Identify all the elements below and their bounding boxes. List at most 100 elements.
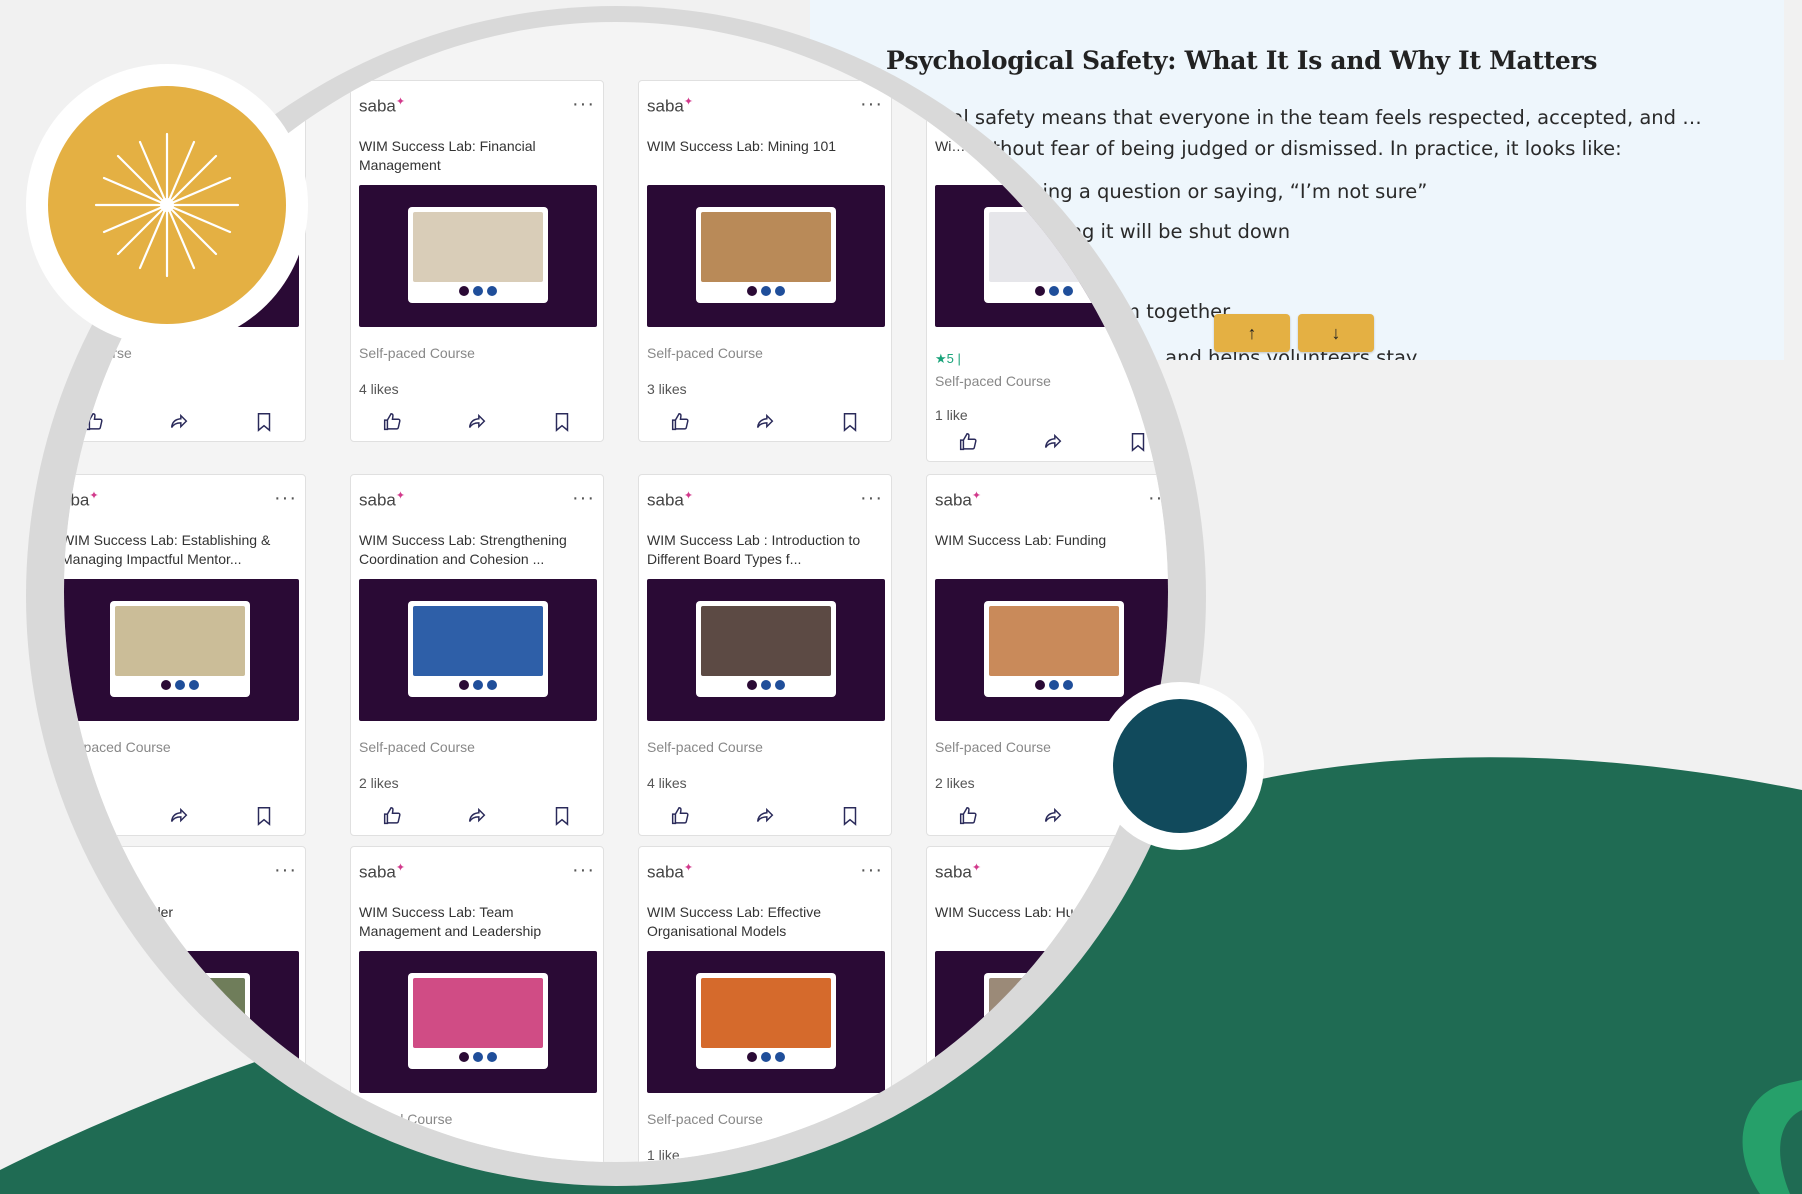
share-icon[interactable] [754, 411, 782, 439]
partner-logo-icon [161, 680, 171, 690]
partner-logos [989, 678, 1119, 692]
card-actions [351, 411, 605, 441]
more-options-icon[interactable]: ··· [860, 93, 883, 116]
bookmark-icon[interactable] [1127, 431, 1155, 459]
course-photo [696, 207, 836, 303]
more-options-icon[interactable]: ··· [274, 859, 297, 882]
saba-logo: saba✦ [359, 96, 406, 116]
partner-logo-icon [459, 1052, 469, 1062]
bookmark-icon[interactable] [839, 411, 867, 439]
course-title[interactable]: WIM Success Lab: Team Management and Lea… [359, 903, 599, 941]
course-thumbnail[interactable] [359, 185, 597, 327]
like-icon[interactable] [83, 805, 111, 833]
course-thumbnail[interactable] [64, 951, 299, 1093]
course-likes: 4 likes [647, 775, 687, 791]
more-options-icon[interactable]: ··· [572, 93, 595, 116]
share-icon[interactable] [466, 411, 494, 439]
share-icon[interactable] [754, 805, 782, 833]
course-card[interactable]: ✦ ··· …ab: Stakeholder [64, 846, 306, 1162]
course-type: Self-paced Course [647, 345, 763, 361]
course-title[interactable]: Wi… Violen… [935, 137, 1168, 156]
share-icon[interactable] [1042, 431, 1070, 459]
more-options-icon[interactable]: ··· [572, 487, 595, 510]
course-card[interactable]: saba✦ ··· WIM Success Lab: Mining 101 Se… [638, 80, 892, 442]
course-card[interactable]: aba✦ ··· WIM Success Lab: Establishing &… [64, 474, 306, 836]
course-image [989, 212, 1119, 282]
course-card[interactable]: saba✦ ··· WIM Success Lab : Introduction… [638, 474, 892, 836]
partner-logo-icon [473, 1052, 483, 1062]
card-actions [639, 805, 893, 835]
like-icon[interactable] [669, 411, 697, 439]
card-actions [927, 431, 1168, 461]
partner-logo-icon [775, 680, 785, 690]
partner-logo-icon [473, 286, 483, 296]
course-title[interactable]: WIM Success Lab: Funding [935, 531, 1168, 550]
course-likes: 1 like [935, 407, 968, 423]
course-title[interactable]: WIM Success Lab: Strengthening Coordinat… [359, 531, 599, 569]
share-icon[interactable] [168, 411, 196, 439]
partner-logo-icon [1035, 1052, 1045, 1062]
partner-logo-icon [761, 286, 771, 296]
course-card[interactable]: saba✦ ··· WIM Success Lab: Team Manageme… [350, 846, 604, 1162]
bookmark-icon[interactable] [839, 805, 867, 833]
partner-logo-icon [189, 680, 199, 690]
course-likes: …es [64, 775, 90, 791]
course-title[interactable]: WIM Success Lab: Mining 101 [647, 137, 887, 156]
course-thumbnail[interactable] [935, 185, 1168, 327]
course-image [701, 606, 831, 676]
more-options-icon[interactable]: ··· [1148, 487, 1168, 510]
course-type: Self-paced Course [359, 345, 475, 361]
share-icon[interactable] [1042, 805, 1070, 833]
course-card[interactable]: saba✦ ··· WIM Success Lab: Huma… [926, 846, 1168, 1162]
like-icon[interactable] [957, 805, 985, 833]
share-icon[interactable] [168, 805, 196, 833]
like-icon[interactable] [669, 805, 697, 833]
course-thumbnail[interactable] [359, 579, 597, 721]
more-options-icon[interactable]: ··· [860, 859, 883, 882]
course-title[interactable]: WIM Success Lab: Huma… [935, 903, 1168, 922]
course-thumbnail[interactable] [935, 951, 1168, 1093]
bookmark-icon[interactable] [253, 411, 281, 439]
more-options-icon[interactable]: ··· [1148, 93, 1168, 116]
course-rating: ★5 | [935, 351, 961, 366]
saba-logo: saba✦ [647, 490, 694, 510]
partner-logos [989, 1050, 1119, 1064]
saba-logo: saba✦ [935, 96, 982, 116]
scroll-up-button[interactable]: ↑ [1214, 314, 1290, 352]
partner-logo-icon [1049, 1052, 1059, 1062]
more-options-icon[interactable]: ··· [860, 487, 883, 510]
more-options-icon[interactable]: ··· [274, 487, 297, 510]
course-title[interactable]: WIM Success Lab: Effective Organisationa… [647, 903, 887, 941]
course-thumbnail[interactable] [647, 579, 885, 721]
bookmark-icon[interactable] [551, 411, 579, 439]
course-image [413, 606, 543, 676]
course-card[interactable]: saba✦ ··· Wi… Violen… ★5 | Self-paced Co… [926, 80, 1168, 462]
more-options-icon[interactable]: ··· [572, 859, 595, 882]
course-likes: 2 likes [359, 775, 399, 791]
scroll-down-button[interactable]: ↓ [1298, 314, 1374, 352]
course-photo [110, 601, 250, 697]
course-card[interactable]: saba✦ ··· WIM Success Lab: Effective Org… [638, 846, 892, 1162]
course-title[interactable]: WIM Success Lab: Establishing & Managing… [64, 531, 301, 569]
course-thumbnail[interactable] [647, 951, 885, 1093]
bookmark-icon[interactable] [253, 805, 281, 833]
like-icon[interactable] [83, 411, 111, 439]
course-thumbnail[interactable] [359, 951, 597, 1093]
partner-logos [701, 284, 831, 298]
course-photo [408, 601, 548, 697]
like-icon[interactable] [957, 431, 985, 459]
more-options-icon[interactable]: ··· [1148, 859, 1168, 882]
like-icon[interactable] [381, 805, 409, 833]
bookmark-icon[interactable] [551, 805, 579, 833]
course-title[interactable]: …ab: Stakeholder [64, 903, 301, 922]
share-icon[interactable] [466, 805, 494, 833]
partner-logos [115, 1050, 245, 1064]
course-thumbnail[interactable] [64, 579, 299, 721]
course-title[interactable]: WIM Success Lab : Introduction to Differ… [647, 531, 887, 569]
course-card[interactable]: saba✦ ··· WIM Success Lab: Strengthening… [350, 474, 604, 836]
card-actions [64, 411, 307, 441]
course-thumbnail[interactable] [647, 185, 885, 327]
course-card[interactable]: saba✦ ··· WIM Success Lab: Financial Man… [350, 80, 604, 442]
like-icon[interactable] [381, 411, 409, 439]
course-title[interactable]: WIM Success Lab: Financial Management [359, 137, 599, 175]
